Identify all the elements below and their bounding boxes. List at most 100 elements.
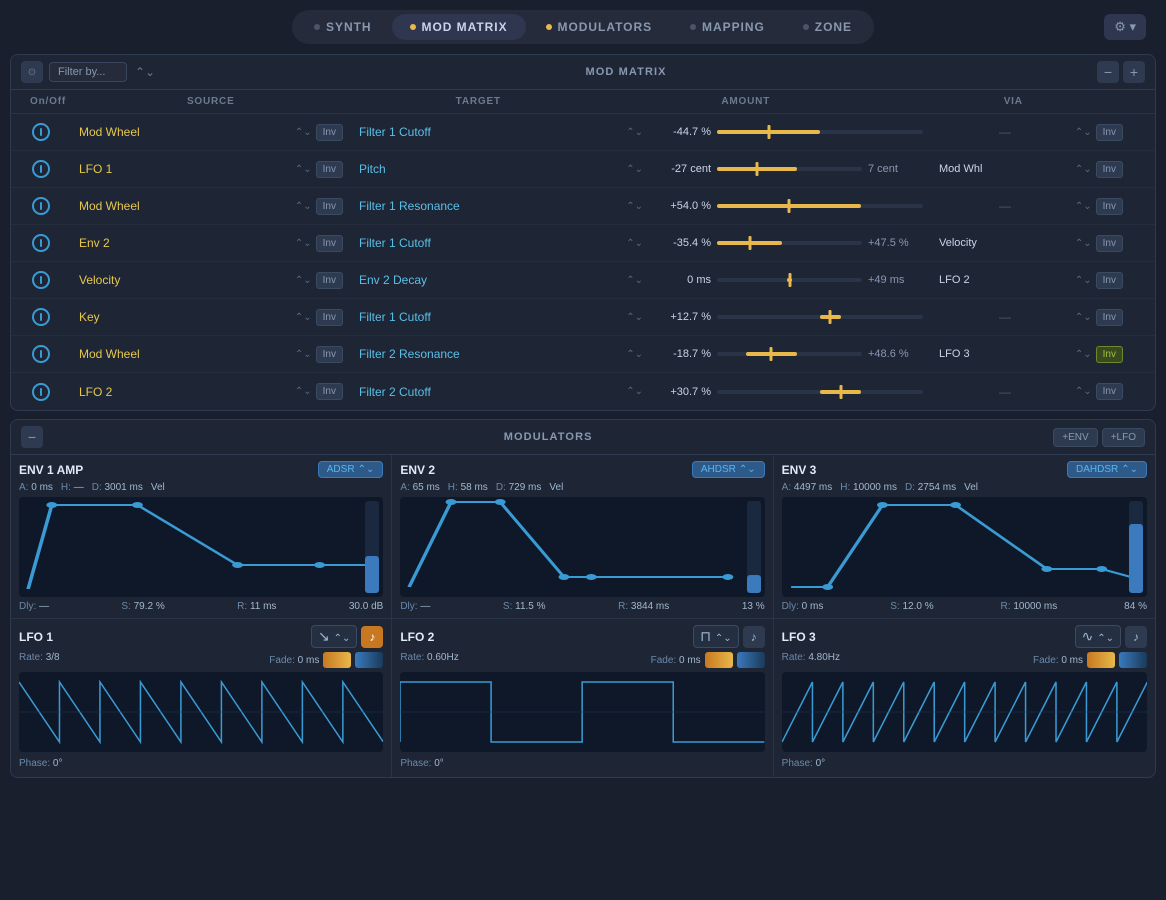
lfo2-shape-button[interactable]: ⊓ ⌃⌄ [693,625,739,648]
via-inv-button-0[interactable]: Inv [1096,124,1123,141]
via-arrows-7[interactable]: ⌃⌄ [1075,386,1092,397]
minus-button[interactable]: − [1097,61,1119,83]
target-arrows-1[interactable]: ⌃⌄ [626,164,643,175]
via-arrows-6[interactable]: ⌃⌄ [1075,349,1092,360]
lfo1-fade-up-button[interactable] [323,652,351,668]
slider-track-6[interactable] [717,352,862,356]
gear-button[interactable]: ⚙ ▾ [1104,14,1146,40]
env2-type-button[interactable]: AHDSR ⌃⌄ [692,461,765,478]
lfo1-phase: Phase: 0° [19,756,383,771]
source-inv-button-5[interactable]: Inv [316,309,343,326]
power-button-1[interactable] [32,160,50,178]
via-arrows-0[interactable]: ⌃⌄ [1075,127,1092,138]
source-inv-button-2[interactable]: Inv [316,198,343,215]
env1-header: ENV 1 AMP ADSR ⌃⌄ [19,461,383,478]
tab-mod-matrix[interactable]: MOD MATRIX [392,14,526,40]
slider-track-2[interactable] [717,204,923,208]
lfo3-note-button[interactable]: ♪ [1125,626,1147,648]
lfo2-phase: Phase: 0° [400,756,764,771]
source-inv-button-7[interactable]: Inv [316,383,343,400]
tab-mapping[interactable]: MAPPING [672,14,783,40]
source-inv-button-3[interactable]: Inv [316,235,343,252]
via-cell-2: — ⌃⌄ Inv [931,198,1131,215]
main-content: ⊙ Filter by... ⌃⌄ MOD MATRIX − + On/Off … [0,54,1166,778]
power-button-3[interactable] [32,234,50,252]
via-inv-button-7[interactable]: Inv [1096,383,1123,400]
lfo3-shape-button[interactable]: ∿ ⌃⌄ [1075,625,1121,648]
power-button-7[interactable] [32,383,50,401]
tab-zone[interactable]: ZONE [785,14,870,40]
via-arrows-2[interactable]: ⌃⌄ [1075,201,1092,212]
target-arrows-0[interactable]: ⌃⌄ [626,127,643,138]
add-env-button[interactable]: +ENV [1053,428,1097,447]
source-arrows-4[interactable]: ⌃⌄ [295,275,312,286]
via-arrows-4[interactable]: ⌃⌄ [1075,275,1092,286]
target-arrows-6[interactable]: ⌃⌄ [626,349,643,360]
source-arrows-0[interactable]: ⌃⌄ [295,127,312,138]
power-button-6[interactable] [32,345,50,363]
target-name-1: Pitch [359,162,622,176]
source-arrows-1[interactable]: ⌃⌄ [295,164,312,175]
amount-val-6: -18.7 % [659,348,711,360]
slider-track-0[interactable] [717,130,923,134]
power-button-0[interactable] [32,123,50,141]
amount-cell-6: -18.7 % +48.6 % [651,348,931,360]
source-arrows-2[interactable]: ⌃⌄ [295,201,312,212]
power-button-4[interactable] [32,271,50,289]
via-arrows-1[interactable]: ⌃⌄ [1075,164,1092,175]
via-arrows-5[interactable]: ⌃⌄ [1075,312,1092,323]
via-inv-button-6[interactable]: Inv [1096,346,1123,363]
env1-type-button[interactable]: ADSR ⌃⌄ [318,461,384,478]
tab-modulators[interactable]: MODULATORS [528,14,671,40]
power-button-5[interactable] [32,308,50,326]
lfo2-fade-up-button[interactable] [705,652,733,668]
env2-viz [400,497,764,597]
target-name-6: Filter 2 Resonance [359,347,622,361]
via-arrows-3[interactable]: ⌃⌄ [1075,238,1092,249]
lfo2-fade-down-button[interactable] [737,652,765,668]
target-arrows-7[interactable]: ⌃⌄ [626,386,643,397]
slider-track-7[interactable] [717,390,923,394]
lfo2-name: LFO 2 [400,630,434,644]
target-arrows-4[interactable]: ⌃⌄ [626,275,643,286]
source-inv-button-4[interactable]: Inv [316,272,343,289]
lfo1-shape-button[interactable]: ↘ ⌃⌄ [311,625,357,648]
env3-type-button[interactable]: DAHDSR ⌃⌄ [1067,461,1147,478]
lfo2-fade-controls: Fade: 0 ms [651,652,765,668]
power-button-2[interactable] [32,197,50,215]
source-arrows-3[interactable]: ⌃⌄ [295,238,312,249]
source-inv-button-1[interactable]: Inv [316,161,343,178]
slider-track-1[interactable] [717,167,862,171]
source-inv-button-6[interactable]: Inv [316,346,343,363]
lfo3-fade-up-button[interactable] [1087,652,1115,668]
source-arrows-6[interactable]: ⌃⌄ [295,349,312,360]
lfo1-fade-down-button[interactable] [355,652,383,668]
slider-track-5[interactable] [717,315,923,319]
target-arrows-3[interactable]: ⌃⌄ [626,238,643,249]
mod-minus-button[interactable]: − [21,426,43,448]
amount-cell-5: +12.7 % [651,311,931,323]
via-inv-button-3[interactable]: Inv [1096,235,1123,252]
tab-synth[interactable]: SYNTH [296,14,389,40]
lfo1-note-button[interactable]: ♪ [361,626,383,648]
env3-name: ENV 3 [782,463,817,477]
source-arrows-7[interactable]: ⌃⌄ [295,386,312,397]
plus-button[interactable]: + [1123,61,1145,83]
source-cell-6: Mod Wheel ⌃⌄ Inv [71,346,351,363]
lfo3-fade-down-button[interactable] [1119,652,1147,668]
target-arrows-5[interactable]: ⌃⌄ [626,312,643,323]
via-inv-button-5[interactable]: Inv [1096,309,1123,326]
target-arrows-2[interactable]: ⌃⌄ [626,201,643,212]
source-inv-button-0[interactable]: Inv [316,124,343,141]
lfo2-note-button[interactable]: ♪ [743,626,765,648]
via-inv-button-4[interactable]: Inv [1096,272,1123,289]
source-arrows-5[interactable]: ⌃⌄ [295,312,312,323]
target-cell-4: Env 2 Decay ⌃⌄ [351,273,651,287]
add-lfo-button[interactable]: +LFO [1102,428,1145,447]
filter-select[interactable]: Filter by... [49,62,127,82]
slider-track-3[interactable] [717,241,862,245]
slider-track-4[interactable] [717,278,862,282]
env3-footer: Dly: 0 ms S: 12.0 % R: 10000 ms 84 % [782,601,1147,612]
via-inv-button-2[interactable]: Inv [1096,198,1123,215]
via-inv-button-1[interactable]: Inv [1096,161,1123,178]
